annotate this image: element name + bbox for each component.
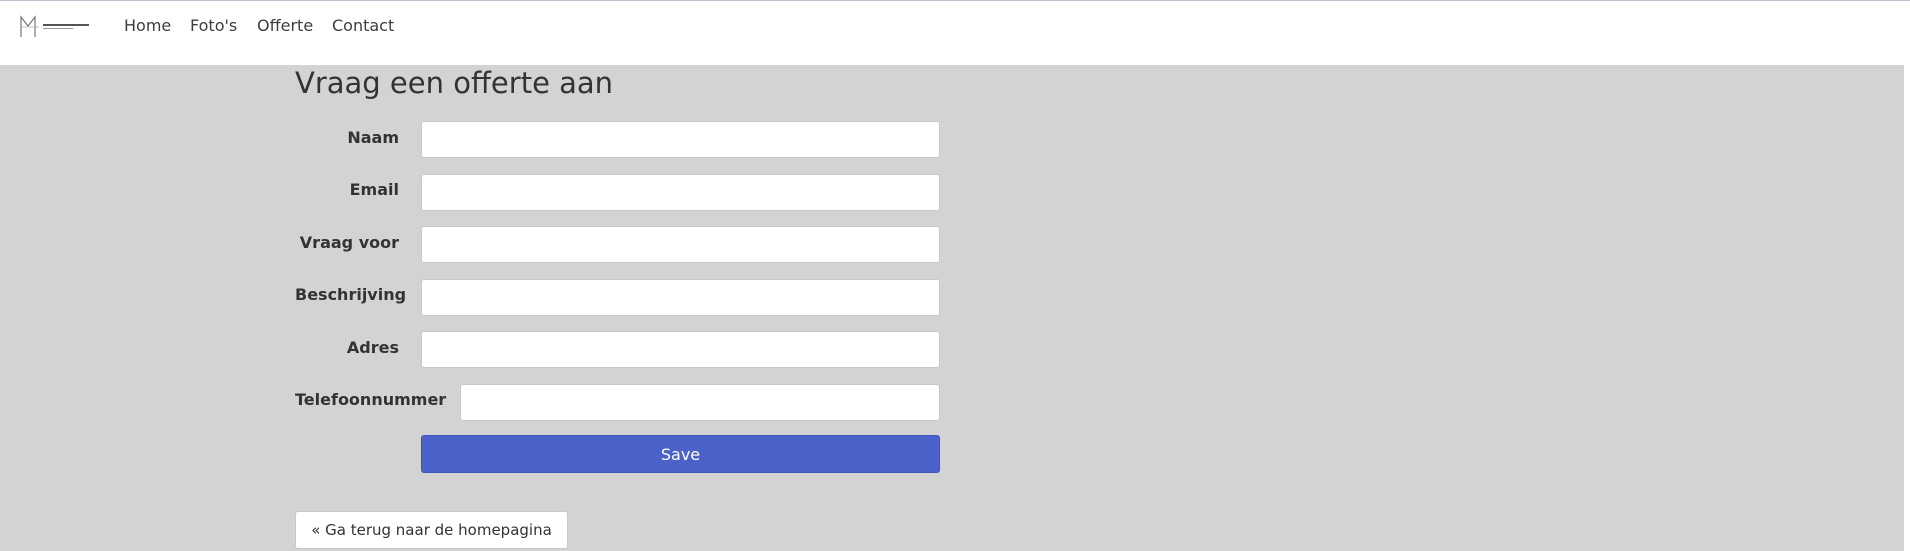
phone-input[interactable] (460, 384, 940, 421)
nav-home[interactable]: Home (124, 16, 171, 36)
page-title: Vraag een offerte aan (295, 66, 614, 100)
name-label: Naam (347, 128, 399, 147)
request-for-input[interactable] (421, 226, 940, 263)
phone-label: Telefoonnummer (295, 390, 447, 409)
address-input[interactable] (421, 331, 940, 368)
description-label: Beschrijving (295, 285, 407, 304)
nav-contact[interactable]: Contact (332, 16, 394, 36)
save-button[interactable]: Save (421, 435, 940, 473)
email-label: Email (349, 180, 399, 199)
description-input[interactable] (421, 279, 940, 316)
scrollbar-track[interactable] (1904, 1, 1910, 551)
name-input[interactable] (421, 121, 940, 158)
navbar: Home Foto's Offerte Contact (0, 1, 1904, 65)
logo-icon (20, 15, 89, 37)
nav-quote[interactable]: Offerte (257, 16, 313, 36)
email-input[interactable] (421, 174, 940, 211)
address-label: Adres (346, 338, 399, 357)
nav-photos[interactable]: Foto's (190, 16, 237, 36)
back-to-home-link[interactable]: « Ga terug naar de homepagina (295, 511, 568, 549)
request-for-label: Vraag voor (299, 233, 399, 252)
site-logo[interactable] (19, 15, 91, 39)
